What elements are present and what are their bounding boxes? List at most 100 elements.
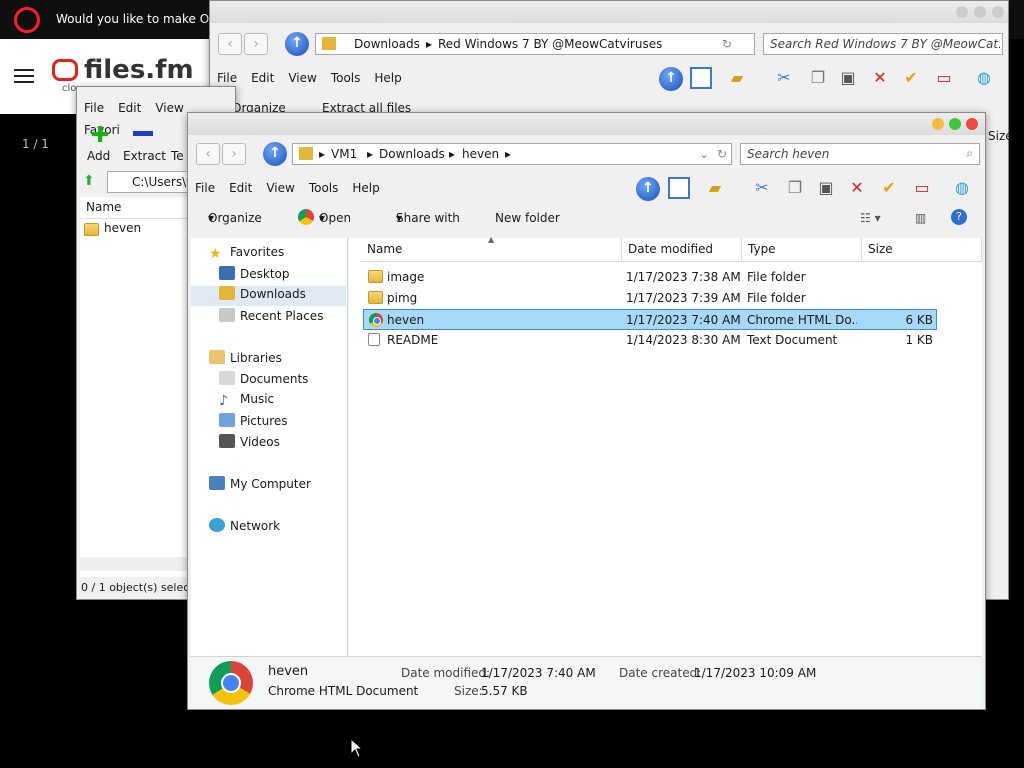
zip-menu-view[interactable]: View — [148, 97, 190, 119]
panel-icon[interactable] — [690, 67, 712, 89]
column-header-date-modified[interactable]: Date modified — [622, 238, 742, 262]
forward-button[interactable]: › — [222, 143, 246, 165]
window-titlebar[interactable] — [210, 1, 1008, 23]
properties-icon[interactable]: ▭ — [933, 67, 955, 89]
menu-help[interactable]: Help — [367, 67, 408, 89]
hamburger-menu-icon[interactable] — [14, 69, 34, 71]
file-date: 1/14/2023 8:30 AM — [626, 333, 741, 347]
menu-file[interactable]: File — [188, 177, 222, 199]
search-icon[interactable]: ⌕ — [966, 146, 973, 161]
column-header-size[interactable]: Size — [862, 238, 982, 262]
filesfm-subtitle: clo — [62, 83, 77, 94]
nav-my-computer[interactable]: My Computer — [209, 476, 311, 496]
file-row-image[interactable]: image 1/17/2023 7:38 AM File folder — [363, 267, 937, 288]
breadcrumb-red-windows[interactable]: Red Windows 7 BY @MeowCatviruses — [438, 37, 662, 51]
zip-menu-edit[interactable]: Edit — [111, 97, 148, 119]
add-button[interactable]: Add — [87, 149, 110, 163]
breadcrumb-heven[interactable]: heven — [462, 147, 499, 161]
breadcrumb-downloads[interactable]: Downloads — [354, 37, 420, 51]
up-icon[interactable]: ↑ — [659, 67, 683, 91]
new-folder-button[interactable]: New folder — [495, 211, 560, 225]
cut-icon[interactable]: ✂ — [751, 177, 773, 199]
menu-view[interactable]: View — [259, 177, 301, 199]
libraries-icon — [209, 350, 225, 364]
nav-documents[interactable]: Documents — [219, 371, 308, 391]
add-icon[interactable]: ✚ — [91, 123, 109, 148]
address-bar[interactable]: Downloads ▸ Red Windows 7 BY @MeowCatvir… — [315, 33, 755, 55]
menu-tools[interactable]: Tools — [302, 177, 346, 199]
file-row-readme[interactable]: README 1/14/2023 8:30 AM Text Document 1… — [363, 330, 937, 351]
nav-music[interactable]: ♪ Music — [219, 392, 274, 412]
zip-list-item[interactable]: heven — [104, 221, 141, 235]
delete-icon[interactable]: ✕ — [846, 177, 868, 199]
menu-edit[interactable]: Edit — [222, 177, 259, 199]
close-button[interactable] — [992, 6, 1004, 18]
zip-menu-file[interactable]: File — [77, 97, 111, 119]
back-button[interactable]: ‹ — [218, 33, 242, 55]
dropdown-arrow-icon[interactable]: ⌄ — [699, 147, 709, 161]
breadcrumb-chevron-icon: ▸ — [367, 147, 374, 161]
check-icon[interactable]: ✔ — [878, 177, 900, 199]
close-button[interactable] — [966, 118, 978, 130]
test-button[interactable]: Te — [171, 149, 184, 163]
share-with-button[interactable]: Share with ▾ — [396, 211, 460, 225]
copy-icon[interactable]: ❐ — [807, 67, 829, 89]
globe-icon[interactable]: ◍ — [973, 67, 995, 89]
explorer-window-heven[interactable]: ‹ › ↑ ▸ VM1 ▸ Downloads ▸ heven ▸ ⌄ ↻ Se… — [187, 112, 986, 710]
up-folder-icon[interactable]: ↑ — [263, 142, 287, 166]
properties-icon[interactable]: ▭ — [911, 177, 933, 199]
extract-button[interactable]: Extract — [123, 149, 166, 163]
minimize-button[interactable] — [956, 6, 968, 18]
nav-videos[interactable]: Videos — [219, 434, 280, 454]
folders-icon[interactable]: ▰ — [704, 177, 726, 199]
size-column-header[interactable]: Size — [988, 129, 1013, 143]
help-icon[interactable]: ? — [951, 209, 967, 225]
copy-icon[interactable]: ❐ — [784, 177, 806, 199]
view-options-icon[interactable]: ☷ ▾ — [860, 211, 881, 225]
paste-icon[interactable]: ▣ — [837, 67, 859, 89]
minimize-button[interactable] — [932, 118, 944, 130]
nav-pictures[interactable]: Pictures — [219, 413, 288, 433]
organize-button[interactable]: Organize ▾ — [208, 211, 262, 225]
refresh-icon[interactable]: ↻ — [717, 147, 727, 161]
nav-recent-places[interactable]: Recent Places — [219, 308, 323, 328]
breadcrumb-downloads[interactable]: Downloads — [379, 147, 445, 161]
check-icon[interactable]: ✔ — [900, 67, 922, 89]
paste-icon[interactable]: ▣ — [815, 177, 837, 199]
nav-network[interactable]: Network — [209, 518, 280, 538]
maximize-button[interactable] — [949, 118, 961, 130]
menu-help[interactable]: Help — [345, 177, 386, 199]
preview-pane-icon[interactable]: ▥ — [915, 211, 926, 225]
up-icon[interactable]: ↑ — [636, 177, 660, 201]
up-folder-icon[interactable]: ⬆ — [83, 173, 95, 189]
delete-icon[interactable]: ✕ — [869, 67, 891, 89]
open-button[interactable]: Open ▾ — [319, 211, 351, 225]
folders-icon[interactable]: ▰ — [726, 67, 748, 89]
breadcrumb-vm1[interactable]: VM1 — [331, 147, 357, 161]
forward-button[interactable]: › — [244, 33, 268, 55]
file-row-heven[interactable]: heven 1/17/2023 7:40 AM Chrome HTML Do..… — [363, 309, 937, 330]
window-titlebar[interactable] — [188, 113, 985, 135]
search-input[interactable]: Search heven ⌕ — [740, 143, 980, 165]
menu-edit[interactable]: Edit — [244, 67, 281, 89]
nav-favorites[interactable]: ★ Favorites — [209, 245, 284, 265]
panel-icon[interactable] — [668, 177, 690, 199]
nav-desktop[interactable]: Desktop — [219, 266, 290, 286]
details-created-label: Date created: — [619, 666, 702, 680]
menu-tools[interactable]: Tools — [324, 67, 368, 89]
cut-icon[interactable]: ✂ — [773, 67, 795, 89]
search-input[interactable]: Search Red Windows 7 BY @MeowCat... — [763, 33, 1003, 55]
maximize-button[interactable] — [974, 6, 986, 18]
column-header-type[interactable]: Type — [742, 238, 862, 262]
refresh-icon[interactable]: ↻ — [722, 37, 732, 51]
up-folder-icon[interactable]: ↑ — [285, 32, 309, 56]
back-button[interactable]: ‹ — [196, 143, 220, 165]
nav-downloads[interactable]: Downloads — [191, 286, 346, 306]
globe-icon[interactable]: ◍ — [951, 177, 973, 199]
address-bar[interactable]: ▸ VM1 ▸ Downloads ▸ heven ▸ ⌄ ↻ — [292, 143, 732, 165]
menu-view[interactable]: View — [281, 67, 323, 89]
folder-icon — [299, 147, 313, 160]
nav-libraries[interactable]: Libraries — [209, 350, 282, 370]
file-row-pimg[interactable]: pimg 1/17/2023 7:39 AM File folder — [363, 288, 937, 309]
extract-icon[interactable] — [133, 131, 153, 136]
